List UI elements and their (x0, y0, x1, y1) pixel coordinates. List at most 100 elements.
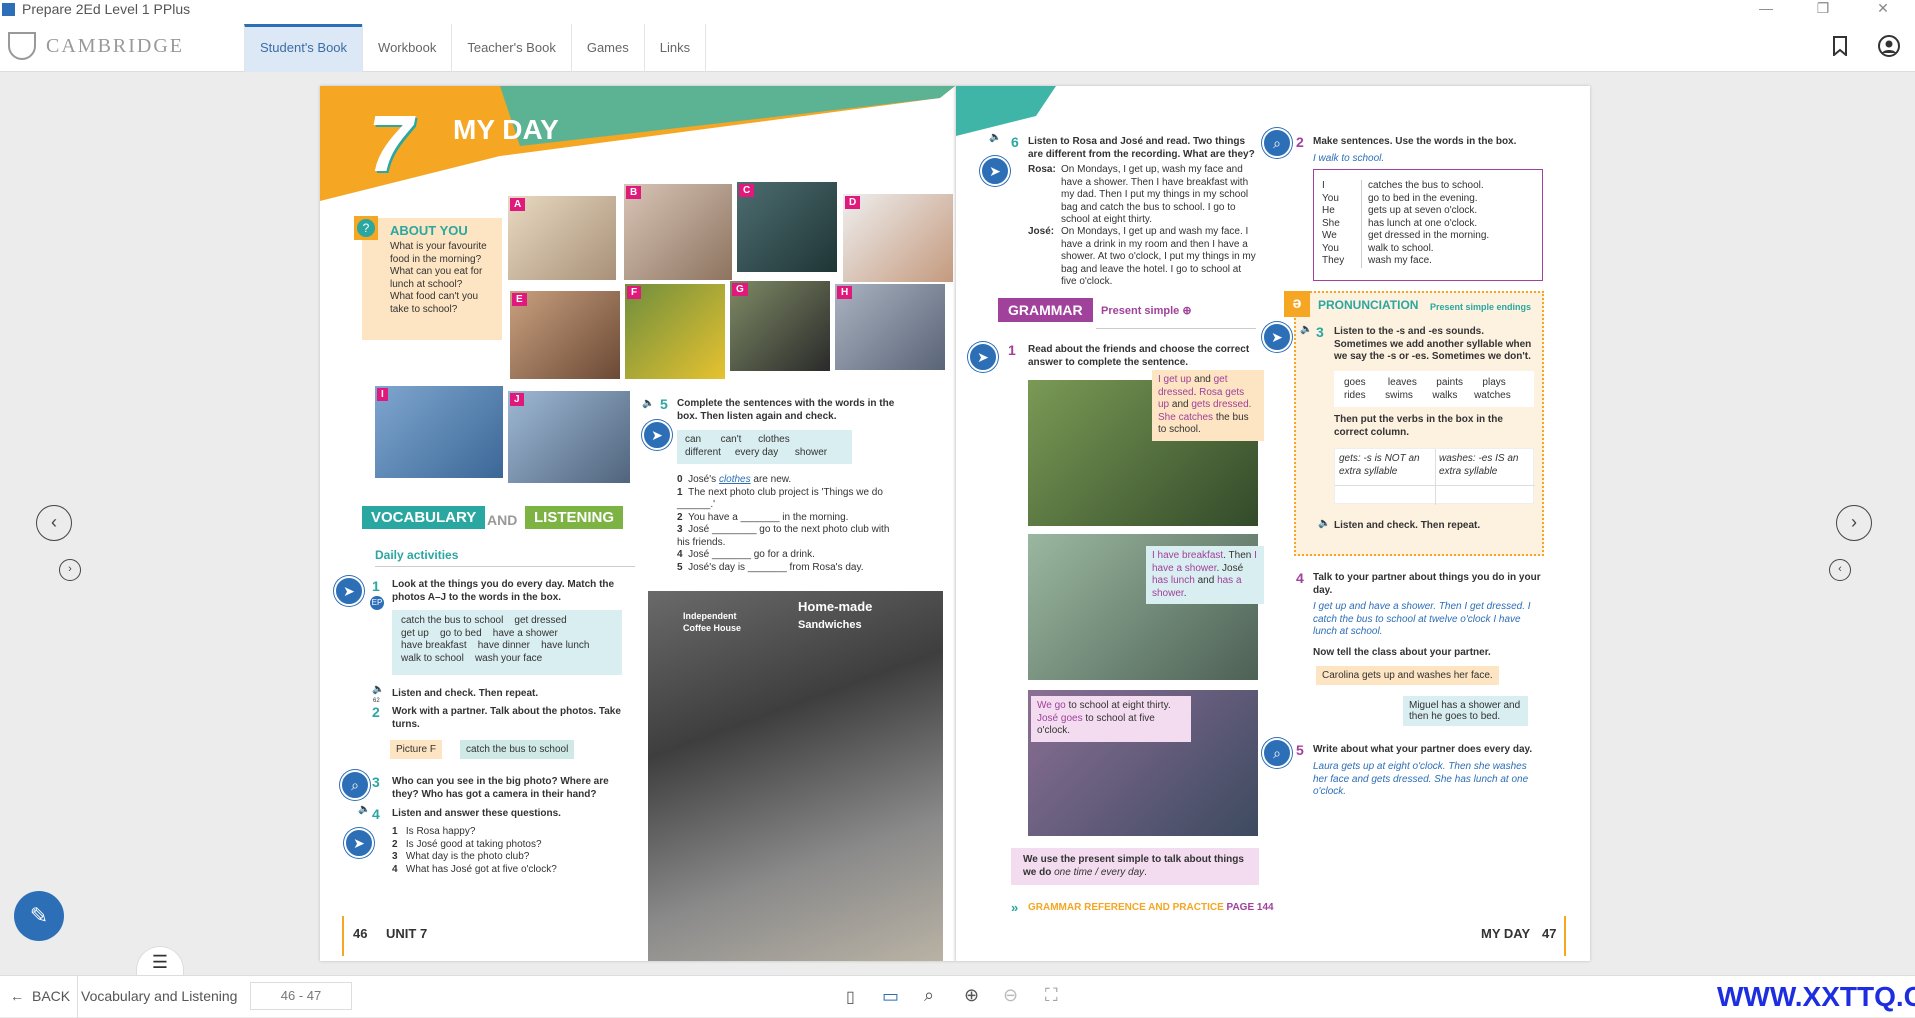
about-you-questions: What is your favourite food in the mornin… (390, 241, 487, 315)
minimize-button[interactable]: — (1751, 0, 1781, 16)
big-photo-friends[interactable]: Home-made Sandwiches Independent Coffee … (648, 591, 943, 961)
double-page-icon[interactable]: ▭ (882, 986, 899, 1007)
pointer-icon[interactable]: ➤ (344, 828, 374, 858)
audio-icon[interactable]: 🔈 (642, 398, 654, 409)
speech-bubble-girl: I have breakfast. Then I have a shower. … (1146, 546, 1264, 604)
word-box: can can't clothes different every day sh… (677, 430, 852, 464)
speech-bubble-friends: We go to school at eight thirty. José go… (1031, 696, 1191, 742)
zoom-out-icon[interactable]: ⊖ (1003, 985, 1018, 1006)
photo-a[interactable]: A (508, 196, 616, 280)
window-title: Prepare 2Ed Level 1 PPlus (22, 1, 191, 17)
audio-icon[interactable]: 🔈 (372, 684, 384, 695)
pointer-icon[interactable]: ➤ (980, 156, 1010, 186)
photo-e[interactable]: E (510, 291, 620, 379)
tab-workbook[interactable]: Workbook (362, 24, 451, 72)
search-icon[interactable]: ⌕ (1262, 738, 1292, 768)
audio-icon[interactable]: 🔈 (358, 804, 370, 815)
maximize-button[interactable]: ❐ (1808, 0, 1838, 17)
exercise-4-instruction: Listen and answer these questions. (392, 808, 561, 819)
pointer-icon[interactable]: ➤ (334, 576, 364, 606)
photo-j[interactable]: J (508, 391, 630, 483)
single-page-icon[interactable]: ▯ (846, 987, 855, 1007)
speech-bubble: Carolina gets up and washes her face. (1316, 666, 1499, 685)
previous-page-button[interactable]: ‹ (36, 505, 72, 541)
question-icon: ? (354, 216, 378, 240)
back-arrow-icon[interactable]: ← (10, 988, 24, 1004)
user-account-icon[interactable] (1878, 35, 1900, 57)
page-number: 46 (353, 926, 368, 941)
verb-box: goes leaves paints plays rides swims wal… (1334, 371, 1534, 407)
close-button[interactable]: ✕ (1868, 0, 1898, 17)
pointer-icon[interactable]: ➤ (642, 420, 672, 450)
divider (1435, 449, 1436, 505)
footer-title: MY DAY (1481, 926, 1531, 941)
pointer-icon[interactable]: ➤ (968, 342, 998, 372)
column-header-gets: gets: -s is NOT an extra syllable (1339, 453, 1420, 477)
column-header-washes: washes: -es IS an extra syllable (1439, 453, 1519, 477)
tab-teachers-book[interactable]: Teacher's Book (451, 24, 570, 72)
back-button[interactable]: BACK (32, 988, 70, 1004)
bookmark-icon[interactable] (1833, 36, 1847, 56)
exercise-number: 5 (660, 396, 668, 412)
example-answer: I walk to school. (1313, 153, 1385, 164)
audio-icon[interactable]: 🔈 (1318, 518, 1330, 529)
search-icon[interactable]: ⌕ (340, 770, 370, 800)
photo-g[interactable]: G (730, 281, 830, 371)
unit-number: 7 (368, 99, 413, 188)
audio-icon[interactable]: 🔈 (1300, 324, 1312, 335)
exercise-2-instruction: Make sentences. Use the words in the box… (1313, 136, 1517, 147)
search-icon[interactable]: ⌕ (1262, 128, 1292, 158)
pronunciation-heading: PRONUNCIATION (1318, 298, 1419, 312)
window-titlebar: Prepare 2Ed Level 1 PPlus — ❐ ✕ (0, 0, 1915, 20)
pointer-icon[interactable]: ➤ (1262, 322, 1292, 352)
zoom-in-icon[interactable]: ⊕ (964, 985, 979, 1006)
grammar-heading: GRAMMAR (998, 298, 1093, 322)
divider (1096, 328, 1256, 329)
exercise-number: 2 (372, 704, 380, 720)
vocabulary-heading: VOCABULARY (362, 506, 486, 529)
tab-games[interactable]: Games (570, 24, 644, 72)
watermark: WWW.XXTTQ.COM (1717, 981, 1915, 1012)
exercise-6-instruction: Listen to Rosa and José and read. Two th… (1028, 136, 1255, 160)
exercise-5-instruction: Write about what your partner does every… (1313, 744, 1533, 755)
previous-section-button[interactable]: › (59, 559, 81, 581)
jose-text: On Mondays, I get up and wash my face. I… (1061, 226, 1256, 287)
photo-f[interactable]: F (625, 284, 725, 379)
sign-text: Coffee House (683, 623, 742, 633)
photo-b[interactable]: B (624, 184, 732, 280)
audio-icon[interactable]: 🔈 (989, 132, 1001, 143)
fit-page-icon[interactable]: ⛶ (1045, 985, 1058, 1006)
listen-instruction: Listen and check. Then repeat. (392, 688, 539, 699)
page-number-field[interactable]: 46 - 47 (250, 982, 352, 1010)
next-page-button[interactable]: › (1836, 505, 1872, 541)
tab-students-book[interactable]: Student's Book (244, 24, 363, 72)
divider (375, 566, 635, 567)
grammar-rule: We use the present simple to talk about … (1011, 848, 1259, 885)
app-icon (2, 3, 15, 16)
divider (1335, 485, 1535, 486)
grammar-1-instruction: Read about the friends and choose the co… (1028, 344, 1250, 368)
tab-links[interactable]: Links (643, 24, 707, 72)
syllable-table: gets: -s is NOT an extra syllable washes… (1334, 448, 1535, 505)
next-section-button[interactable]: ‹ (1829, 559, 1851, 581)
annotate-pen-icon[interactable]: ✎ (14, 891, 64, 941)
subject-column: I You He She We You They (1322, 180, 1362, 268)
listen-instruction: Listen and check. Then repeat. (1334, 520, 1481, 531)
photo-i[interactable]: I (375, 386, 503, 478)
photo-c[interactable]: C (737, 182, 837, 272)
exercise-1-instruction: Look at the things you do every day. Mat… (392, 579, 615, 603)
menu-icon[interactable]: ☰ (136, 946, 184, 976)
photo-h[interactable]: H (835, 284, 945, 370)
pronunciation-instruction-2: Then put the verbs in the box in the cor… (1334, 414, 1503, 438)
page-number: 47 (1542, 926, 1557, 941)
speech-bubble: catch the bus to school (460, 740, 575, 759)
ep-badge[interactable]: EP (370, 596, 384, 610)
grammar-reference-link[interactable]: GRAMMAR REFERENCE AND PRACTICE PAGE 144 (1028, 902, 1274, 913)
exercise-number: 4 (1296, 570, 1304, 586)
zoom-area-icon[interactable]: ⌕ (924, 985, 934, 1006)
unit-title: MY DAY (453, 114, 559, 145)
sign-text: Sandwiches (798, 619, 862, 631)
photo-d[interactable]: D (843, 194, 953, 282)
cambridge-logo: CAMBRIDGE (8, 30, 183, 62)
pronunciation-subheading: Present simple endings (1430, 302, 1532, 312)
